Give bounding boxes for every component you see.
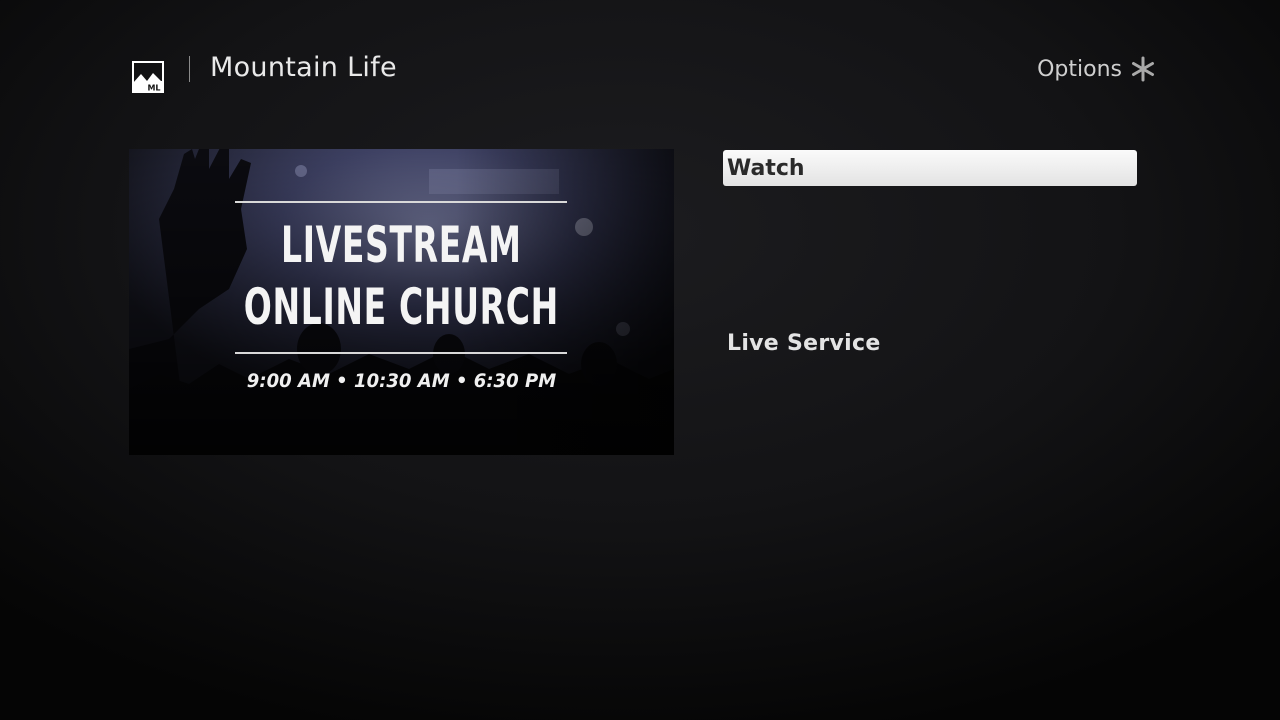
options-button[interactable]: Options xyxy=(1037,56,1156,82)
logo-text: ML xyxy=(147,84,160,93)
poster-rule-top xyxy=(235,201,567,203)
options-label: Options xyxy=(1037,56,1122,82)
poster-rule-bottom xyxy=(235,352,567,354)
poster-title-line2: ONLINE CHURCH xyxy=(243,278,559,336)
poster-title-line1: LIVESTREAM xyxy=(281,216,522,274)
channel-title: Mountain Life xyxy=(210,52,397,83)
header-divider xyxy=(189,56,190,82)
content-poster: LIVESTREAM ONLINE CHURCH 9:00 AM • 10:30… xyxy=(129,149,674,455)
watch-button[interactable]: Watch xyxy=(723,150,1137,186)
watch-label: Watch xyxy=(727,155,805,181)
poster-service-times: 9:00 AM • 10:30 AM • 6:30 PM xyxy=(246,370,557,392)
mountain-life-logo-icon: ML xyxy=(132,61,164,93)
content-title: Live Service xyxy=(727,331,881,356)
asterisk-icon xyxy=(1132,56,1154,82)
